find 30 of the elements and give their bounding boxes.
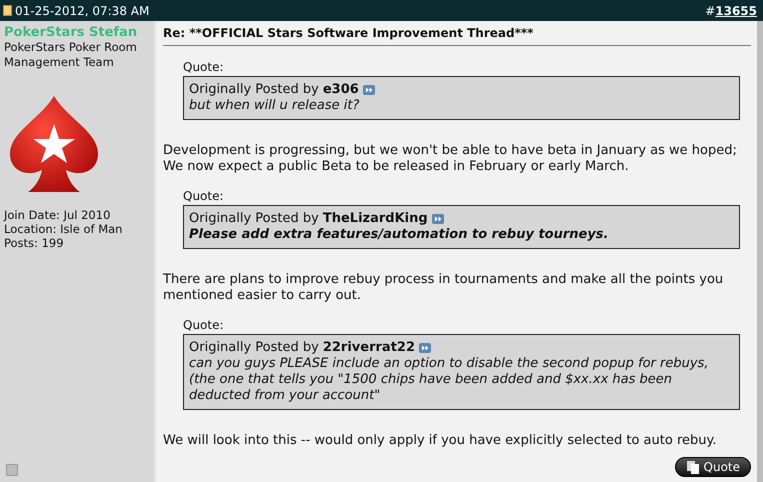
post-date: 01-25-2012, 07:38 AM — [15, 4, 150, 18]
quote-label: Quote: — [183, 60, 225, 74]
quote-text: can you guys PLEASE include an option to disable the second popup for rebuys, (the one that tells you "1500 chips have been added and $xx.xx has been deducted from your account" — [189, 356, 710, 404]
quote-text: Please add extra features/automation to rebuy tourneys. — [189, 227, 610, 243]
spade-logo-icon — [8, 94, 100, 194]
join-date: Join Date: Jul 2010 — [4, 208, 112, 222]
location: Location: Isle of Man — [4, 222, 124, 236]
post-number-link[interactable]: 13655 — [715, 4, 757, 18]
post-title: Re: **OFFICIAL Stars Software Improvement Thread*** — [163, 26, 751, 46]
post-paragraph: There are plans to improve rebuy process in tournaments and make all the points you mentioned easier to carry out. — [163, 272, 724, 304]
posted-by-label: Originally Posted by — [189, 211, 319, 227]
view-post-icon[interactable] — [362, 85, 375, 95]
posted-by-label: Originally Posted by — [189, 82, 319, 98]
quote-label: Quote: — [183, 189, 225, 203]
post-paragraph: Development is progressing, but we won't be able to have beta in January as we hoped; We now expect a public Beta to be released in February or early March. — [163, 143, 738, 175]
quote-author[interactable]: TheLizardKing — [322, 211, 428, 227]
quote-button[interactable]: Quote — [674, 457, 751, 477]
quote-label: Quote: — [183, 318, 225, 332]
post-icon — [3, 5, 12, 16]
author-title: PokerStars Poker Room Management Team — [4, 40, 138, 70]
quote-author[interactable]: 22riverrat22 — [322, 340, 415, 356]
post-number-prefix: # — [705, 4, 716, 18]
view-post-icon[interactable] — [432, 214, 444, 224]
post-paragraph: We will look into this -- would only apply if you have explicitly selected to auto rebuy. — [163, 433, 718, 449]
view-post-icon[interactable] — [419, 343, 431, 353]
post-count: Posts: 199 — [4, 236, 65, 250]
pages-icon — [686, 460, 700, 474]
quote-author[interactable]: e306 — [322, 82, 359, 98]
quote-text: but when will u release it? — [189, 98, 360, 114]
posted-by-label: Originally Posted by — [189, 340, 319, 356]
